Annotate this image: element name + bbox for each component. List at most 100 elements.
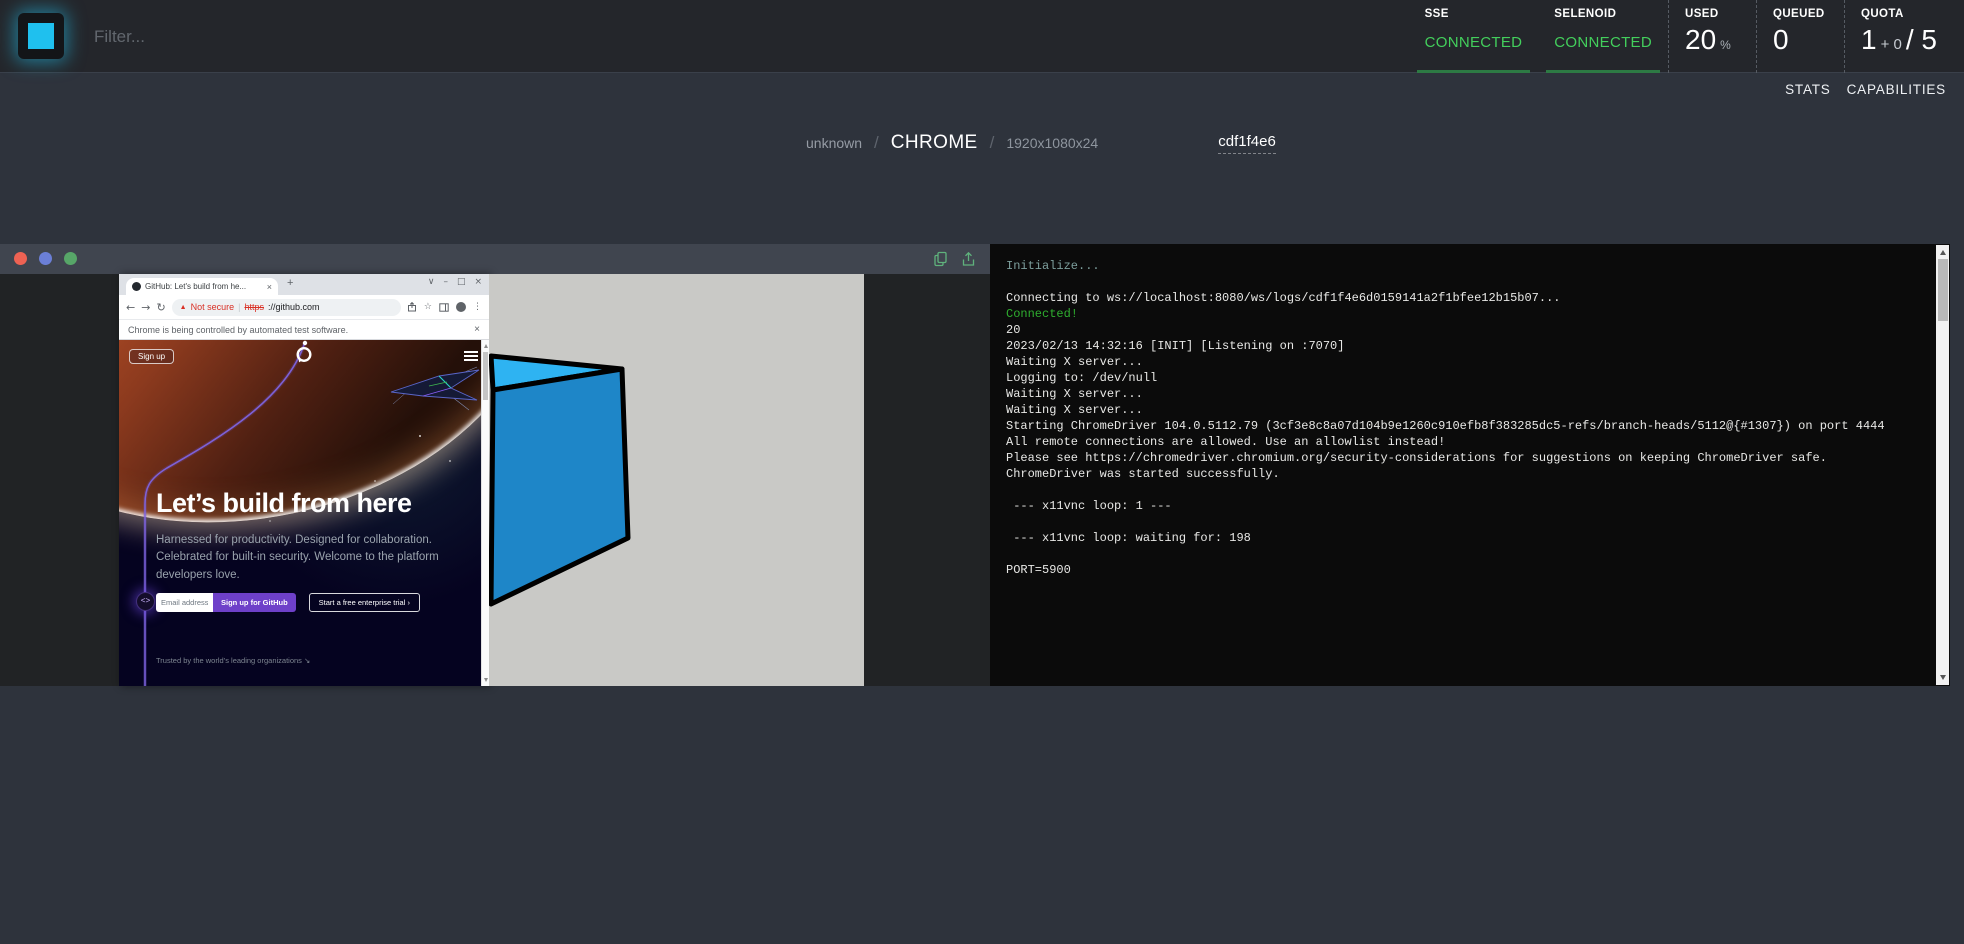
used-value: 20% — [1685, 24, 1740, 56]
page-scrollbar-thumb[interactable] — [483, 352, 488, 400]
tab-title: GitHub: Let's build from he... — [145, 282, 263, 291]
vnc-titlebar — [0, 244, 990, 274]
infobar-text: Chrome is being controlled by automated … — [128, 325, 348, 335]
used-label: USED — [1685, 8, 1740, 20]
tab-close-icon[interactable]: × — [267, 282, 272, 292]
url-host: ://github.com — [268, 302, 320, 312]
vnc-letterbox: GitHub: Let's build from he... × + ∨ – □… — [0, 274, 990, 686]
minimize-icon[interactable]: – — [443, 277, 448, 287]
vnc-window: GitHub: Let's build from he... × + ∨ – □… — [0, 244, 990, 686]
hero-subtext: Harnessed for productivity. Designed for… — [156, 532, 452, 584]
status-col-queued: QUEUED 0 — [1756, 0, 1844, 73]
github-logo-icon[interactable] — [296, 346, 313, 363]
scroll-down-icon[interactable] — [484, 678, 488, 682]
log-line: Initialize... — [1006, 258, 1916, 274]
log-scroll-down-icon[interactable] — [1940, 675, 1946, 680]
log-line: All remote connections are allowed. Use … — [1006, 434, 1916, 450]
browser-tabstrip: GitHub: Let's build from he... × + ∨ – □… — [119, 274, 489, 295]
bookmark-star-icon[interactable]: ☆ — [424, 302, 432, 312]
queued-value: 0 — [1773, 24, 1828, 56]
queued-label: QUEUED — [1773, 8, 1828, 20]
trusted-line: Trusted by the world’s leading organizat… — [156, 656, 310, 665]
new-tab-button[interactable]: + — [287, 277, 293, 289]
log-line — [1006, 546, 1916, 562]
github-signup-button[interactable]: Sign up — [129, 349, 174, 364]
star-dot — [374, 480, 376, 482]
hamburger-menu-icon[interactable] — [464, 351, 478, 364]
log-line: Connected! — [1006, 306, 1916, 322]
github-favicon-icon — [132, 282, 141, 291]
session-separator: / — [874, 133, 879, 153]
quota-label: QUOTA — [1861, 8, 1948, 20]
sse-status-value: CONNECTED — [1425, 34, 1523, 51]
not-secure-warning-icon: ▲ — [180, 304, 187, 311]
log-line: Waiting X server... — [1006, 354, 1916, 370]
hero-heading: Let’s build from here — [156, 488, 412, 519]
session-user: unknown — [806, 135, 862, 151]
share-icon[interactable] — [407, 302, 417, 312]
log-line: ChromeDriver was started successfully. — [1006, 466, 1916, 482]
upload-share-icon[interactable] — [961, 251, 976, 267]
hero-cta-row: Sign up for GitHub Start a free enterpri… — [156, 593, 420, 612]
app-logo-square — [28, 23, 54, 49]
window-minimize-button[interactable] — [39, 252, 52, 265]
reload-icon[interactable]: ↻ — [156, 301, 165, 314]
browser-addressbar: ← → ↻ ▲ Not secure | https ://github.com — [119, 295, 489, 320]
log-line: --- x11vnc loop: 1 --- — [1006, 498, 1916, 514]
log-line: Please see https://chromedriver.chromium… — [1006, 450, 1916, 466]
url-divider: | — [238, 302, 240, 312]
url-omnibox[interactable]: ▲ Not secure | https ://github.com — [172, 299, 401, 316]
session-separator: / — [990, 133, 995, 153]
status-bar: SSE CONNECTED SELENOID CONNECTED USED 20… — [1409, 0, 1964, 73]
status-col-selenoid: SELENOID CONNECTED — [1538, 0, 1668, 73]
tab-search-icon[interactable]: ∨ — [428, 277, 435, 287]
not-secure-label: Not secure — [191, 302, 235, 312]
log-line: Logging to: /dev/null — [1006, 370, 1916, 386]
log-scrollbar[interactable] — [1936, 245, 1949, 685]
remote-desktop — [489, 274, 864, 686]
session-browser: CHROME — [891, 132, 978, 154]
quota-value: 1 + 0 / 5 — [1861, 24, 1948, 56]
blue-cube-illustration — [489, 346, 635, 618]
infobar-close-icon[interactable]: × — [474, 324, 480, 335]
selenoid-status-value: CONNECTED — [1554, 34, 1652, 51]
filter-input[interactable] — [94, 18, 454, 56]
window-fullscreen-button[interactable] — [64, 252, 77, 265]
sse-label: SSE — [1425, 8, 1523, 20]
log-line: 2023/02/13 14:32:16 [INIT] [Listening on… — [1006, 338, 1916, 354]
selenoid-label: SELENOID — [1554, 8, 1652, 20]
log-scrollbar-thumb[interactable] — [1938, 259, 1948, 321]
side-panel-icon[interactable] — [439, 303, 449, 312]
log-lines: Initialize... Connecting to ws://localho… — [1006, 258, 1916, 578]
signup-for-github-button[interactable]: Sign up for GitHub — [213, 593, 296, 612]
close-icon[interactable]: × — [474, 277, 482, 287]
status-col-used: USED 20% — [1668, 0, 1756, 73]
window-close-button[interactable] — [14, 252, 27, 265]
session-log-panel[interactable]: Initialize... Connecting to ws://localho… — [990, 244, 1950, 686]
automation-infobar: Chrome is being controlled by automated … — [119, 320, 489, 340]
session-row[interactable]: unknown / CHROME / 1920x1080x24 cdf1f4e6 — [806, 132, 1276, 154]
log-scroll-up-icon[interactable] — [1940, 250, 1946, 255]
page-scrollbar[interactable] — [481, 340, 489, 686]
maximize-icon[interactable]: □ — [457, 277, 466, 287]
log-line: Waiting X server... — [1006, 386, 1916, 402]
browser-menu-icon[interactable]: ⋮ — [473, 302, 482, 312]
browser-tab[interactable]: GitHub: Let's build from he... × — [126, 278, 278, 295]
scroll-up-icon[interactable] — [484, 344, 488, 348]
log-line: PORT=5900 — [1006, 562, 1916, 578]
clipboard-copy-icon[interactable] — [933, 251, 948, 267]
star-dot — [419, 435, 421, 437]
enterprise-trial-button[interactable]: Start a free enterprise trial › — [309, 593, 420, 612]
session-id-link[interactable]: cdf1f4e6 — [1218, 133, 1276, 154]
profile-avatar[interactable] — [456, 302, 466, 312]
forward-icon[interactable]: → — [141, 301, 150, 314]
log-line: Starting ChromeDriver 104.0.5112.79 (3cf… — [1006, 418, 1916, 434]
email-field[interactable] — [156, 593, 213, 612]
sse-status-underline — [1417, 70, 1531, 73]
status-col-quota: QUOTA 1 + 0 / 5 — [1844, 0, 1964, 73]
tab-stats[interactable]: STATS — [1785, 82, 1831, 97]
tab-capabilities[interactable]: CAPABILITIES — [1847, 82, 1946, 97]
vnc-remote-screen[interactable]: GitHub: Let's build from he... × + ∨ – □… — [119, 274, 864, 686]
code-glyph-badge: <> — [136, 592, 155, 611]
back-icon[interactable]: ← — [126, 301, 135, 314]
